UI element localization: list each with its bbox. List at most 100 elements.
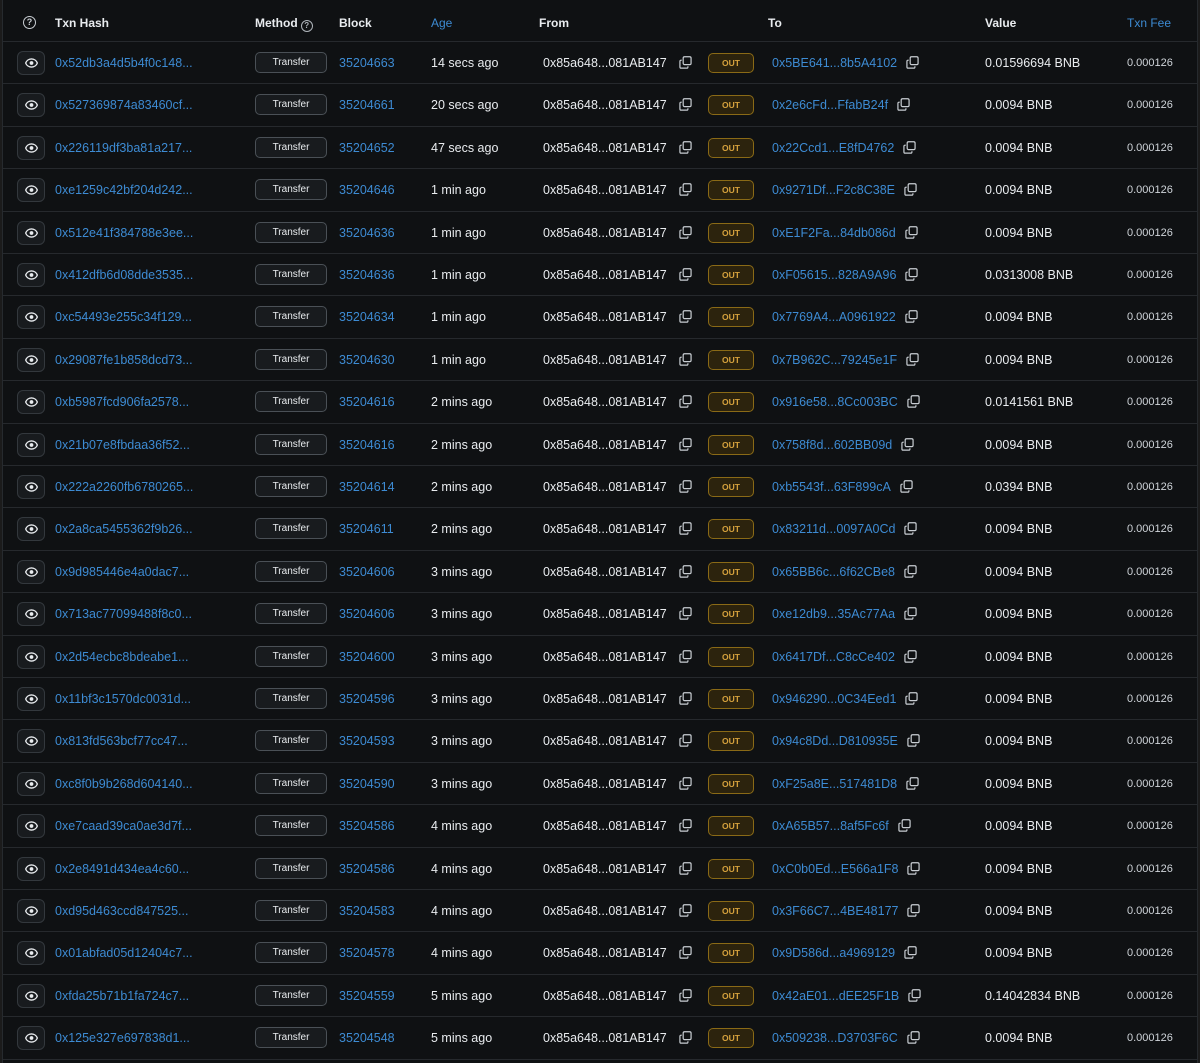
txn-hash-link[interactable]: 0x29087fe1b858dcd73... <box>55 353 193 367</box>
copy-icon[interactable] <box>679 352 692 366</box>
copy-icon[interactable] <box>679 183 692 196</box>
to-address-link[interactable]: 0xe12db9...35Ac77Aa <box>772 607 895 621</box>
copy-icon[interactable] <box>679 692 692 705</box>
copy-icon[interactable] <box>907 861 920 875</box>
preview-button[interactable] <box>17 432 45 457</box>
txn-hash-link[interactable]: 0xe7caad39ca0ae3d7f... <box>55 819 192 833</box>
method-info-icon[interactable]: ? <box>300 20 313 32</box>
block-link[interactable]: 35204663 <box>339 56 395 70</box>
copy-icon[interactable] <box>907 904 920 917</box>
copy-icon[interactable] <box>906 352 919 366</box>
to-address-link[interactable]: 0x916e58...8Cc003BC <box>772 395 898 409</box>
block-link[interactable]: 35204586 <box>339 862 395 876</box>
copy-icon[interactable] <box>904 564 917 578</box>
copy-icon[interactable] <box>904 183 917 196</box>
to-address-link[interactable]: 0x7769A4...A0961922 <box>772 310 896 324</box>
preview-button[interactable] <box>17 347 45 372</box>
copy-icon[interactable] <box>679 734 692 748</box>
preview-button[interactable] <box>17 983 45 1008</box>
preview-button[interactable] <box>17 729 45 754</box>
txn-hash-link[interactable]: 0xfda25b71b1fa724c7... <box>55 989 189 1003</box>
question-circle-icon[interactable]: ? <box>23 16 36 29</box>
block-link[interactable]: 35204593 <box>339 734 395 748</box>
block-link[interactable]: 35204652 <box>339 141 395 155</box>
to-address-link[interactable]: 0x5BE641...8b5A4102 <box>772 56 897 70</box>
copy-icon[interactable] <box>903 140 916 154</box>
preview-button[interactable] <box>17 771 45 796</box>
to-address-link[interactable]: 0x94c8Dd...D810935E <box>772 734 898 748</box>
block-link[interactable]: 35204583 <box>339 904 395 918</box>
txn-hash-link[interactable]: 0x11bf3c1570dc0031d... <box>55 692 191 706</box>
block-link[interactable]: 35204606 <box>339 565 395 579</box>
block-link[interactable]: 35204578 <box>339 946 395 960</box>
copy-icon[interactable] <box>679 522 692 536</box>
preview-button[interactable] <box>17 941 45 966</box>
copy-icon[interactable] <box>906 776 919 790</box>
preview-button[interactable] <box>17 305 45 330</box>
to-address-link[interactable]: 0x3F66C7...4BE48177 <box>772 904 898 918</box>
to-address-link[interactable]: 0xE1F2Fa...84db086d <box>772 226 896 240</box>
txn-hash-link[interactable]: 0xc54493e255c34f129... <box>55 310 192 324</box>
txn-hash-link[interactable]: 0x2e8491d434ea4c60... <box>55 862 189 876</box>
txn-hash-link[interactable]: 0x813fd563bcf77cc47... <box>55 734 188 748</box>
copy-icon[interactable] <box>679 564 692 578</box>
copy-icon[interactable] <box>897 98 910 112</box>
to-address-link[interactable]: 0x758f8d...602BB09d <box>772 438 892 452</box>
preview-button[interactable] <box>17 93 45 118</box>
preview-button[interactable] <box>17 899 45 923</box>
copy-icon[interactable] <box>679 225 692 239</box>
copy-icon[interactable] <box>679 140 692 154</box>
to-address-link[interactable]: 0xF05615...828A9A96 <box>772 268 896 282</box>
block-link[interactable]: 35204636 <box>339 268 395 282</box>
copy-icon[interactable] <box>904 522 917 536</box>
block-link[interactable]: 35204600 <box>339 650 395 664</box>
copy-icon[interactable] <box>679 56 692 69</box>
to-address-link[interactable]: 0x22Ccd1...E8fD4762 <box>772 141 894 155</box>
copy-icon[interactable] <box>679 480 692 493</box>
copy-icon[interactable] <box>679 310 692 324</box>
block-link[interactable]: 35204606 <box>339 607 395 621</box>
block-link[interactable]: 35204614 <box>339 480 395 494</box>
block-link[interactable]: 35204586 <box>339 819 395 833</box>
copy-icon[interactable] <box>904 607 917 620</box>
block-link[interactable]: 35204596 <box>339 692 395 706</box>
preview-button[interactable] <box>17 517 45 542</box>
to-address-link[interactable]: 0xA65B57...8af5Fc6f <box>772 819 889 833</box>
txn-hash-link[interactable]: 0x2d54ecbc8bdeabe1... <box>55 650 188 664</box>
to-address-link[interactable]: 0x7B962C...79245e1F <box>772 353 897 367</box>
preview-button[interactable] <box>17 602 45 627</box>
preview-button[interactable] <box>17 135 45 160</box>
txn-hash-link[interactable]: 0x713ac77099488f8c0... <box>55 607 192 621</box>
block-link[interactable]: 35204630 <box>339 353 395 367</box>
copy-icon[interactable] <box>907 395 920 408</box>
copy-icon[interactable] <box>679 861 692 875</box>
copy-icon[interactable] <box>679 395 692 408</box>
txn-hash-link[interactable]: 0x9d985446e4a0dac7... <box>55 565 189 579</box>
header-age-toggle[interactable]: Age <box>431 16 452 30</box>
to-address-link[interactable]: 0x2e6cFd...FfabB24f <box>772 98 888 112</box>
to-address-link[interactable]: 0x65BB6c...6f62CBe8 <box>772 565 895 579</box>
copy-icon[interactable] <box>904 946 917 960</box>
txn-hash-link[interactable]: 0x226119df3ba81a217... <box>55 141 192 155</box>
copy-icon[interactable] <box>679 1031 692 1044</box>
to-address-link[interactable]: 0x9D586d...a4969129 <box>772 946 895 960</box>
copy-icon[interactable] <box>905 225 918 239</box>
block-link[interactable]: 35204646 <box>339 183 395 197</box>
txn-hash-link[interactable]: 0x125e327e697838d1... <box>55 1031 190 1045</box>
copy-icon[interactable] <box>679 946 692 960</box>
copy-icon[interactable] <box>908 988 921 1002</box>
preview-button[interactable] <box>17 644 45 669</box>
copy-icon[interactable] <box>679 268 692 281</box>
txn-hash-link[interactable]: 0xe1259c42bf204d242... <box>55 183 193 197</box>
txn-hash-link[interactable]: 0x527369874a83460cf... <box>55 98 193 112</box>
preview-button[interactable] <box>17 220 45 245</box>
txn-hash-link[interactable]: 0xd95d463ccd847525... <box>55 904 188 918</box>
copy-icon[interactable] <box>679 98 692 112</box>
copy-icon[interactable] <box>901 437 914 451</box>
txn-hash-link[interactable]: 0x2a8ca5455362f9b26... <box>55 522 193 536</box>
copy-icon[interactable] <box>904 649 917 663</box>
copy-icon[interactable] <box>679 776 692 790</box>
copy-icon[interactable] <box>679 649 692 663</box>
txn-hash-link[interactable]: 0x01abfad05d12404c7... <box>55 946 193 960</box>
to-address-link[interactable]: 0xF25a8E...517481D8 <box>772 777 897 791</box>
